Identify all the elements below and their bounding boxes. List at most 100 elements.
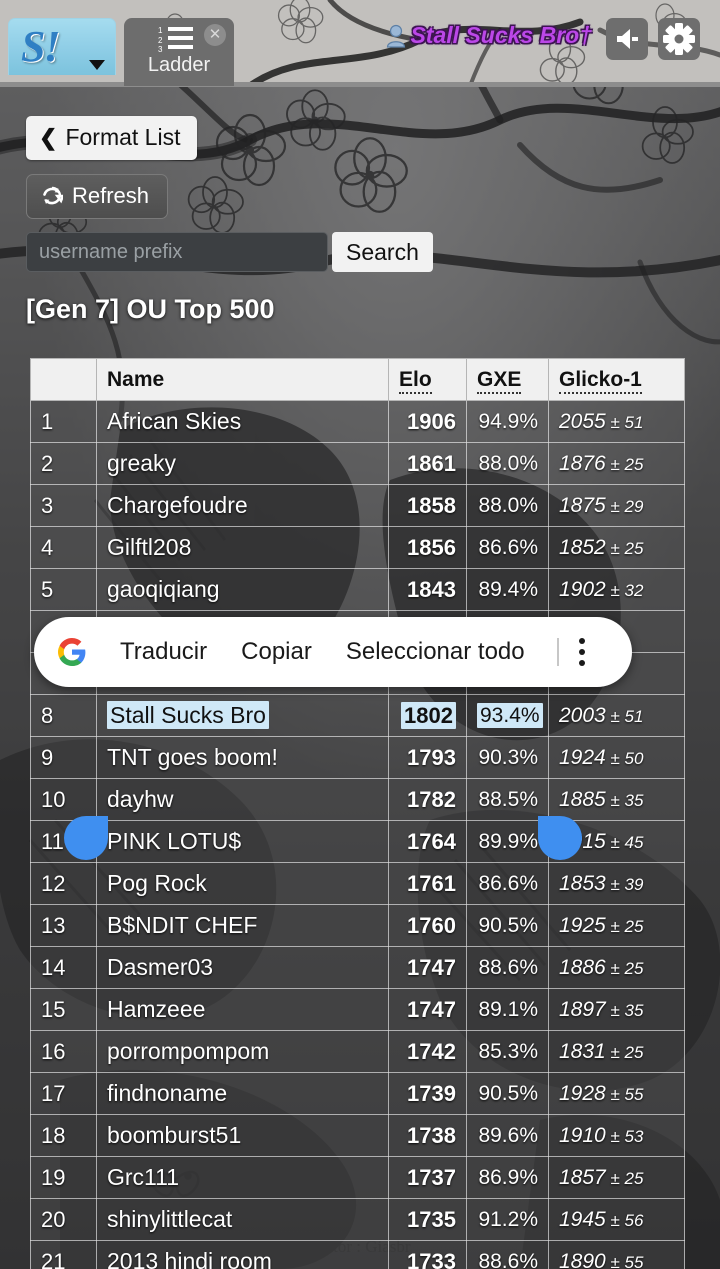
cell-name-value: dayhw — [107, 786, 174, 812]
cell-rank: 10 — [30, 778, 97, 821]
cell-glicko: 1890 ± 55 — [548, 1240, 685, 1269]
cell-elo-value: 1737 — [407, 1164, 456, 1190]
table-row[interactable]: 20 shinylittlecat 1735 91.2% 1945 ± 56 — [30, 1198, 685, 1241]
showdown-home-tab[interactable]: S! — [8, 18, 116, 75]
table-row[interactable]: 11 PINK LOTU$ 1764 89.9% 1915 ± 45 — [30, 820, 685, 863]
cell-glicko: 1910 ± 53 — [548, 1114, 685, 1157]
cell-gxe: 86.6% — [466, 862, 549, 905]
cell-elo: 1764 — [388, 820, 467, 863]
cell-elo: 1742 — [388, 1030, 467, 1073]
cell-elo-value: 1906 — [407, 408, 456, 434]
table-row[interactable]: 13 B$NDIT CHEF 1760 90.5% 1925 ± 25 — [30, 904, 685, 947]
cell-elo-value: 1856 — [407, 534, 456, 560]
table-row[interactable]: 9 TNT goes boom! 1793 90.3% 1924 ± 50 — [30, 736, 685, 779]
search-input[interactable] — [26, 232, 328, 272]
cell-rank-value: 20 — [41, 1206, 66, 1232]
selection-handle-start[interactable] — [64, 816, 108, 860]
cell-name: greaky — [96, 442, 389, 485]
cell-elo-value: 1782 — [407, 786, 456, 812]
cell-gxe: 88.0% — [466, 442, 549, 485]
tab-ladder[interactable]: 1 2 3 ✕ Ladder — [124, 18, 234, 86]
showdown-ladder-screen: Illustrator : Giasbr S! 1 2 3 ✕ Ladder S… — [0, 0, 720, 1269]
column-header-name: Name — [96, 358, 389, 401]
column-header-gxe[interactable]: GXE — [466, 358, 549, 401]
cell-name-value: Pog Rock — [107, 870, 207, 896]
cell-elo: 1782 — [388, 778, 467, 821]
cell-gxe: 85.3% — [466, 1030, 549, 1073]
cell-gxe-value: 90.5% — [478, 1081, 538, 1105]
cell-glicko-deviation: ± 25 — [605, 958, 644, 978]
cell-name-value: greaky — [107, 450, 177, 476]
cell-elo-value: 1843 — [407, 576, 456, 602]
table-row[interactable]: 19 Grc111 1737 86.9% 1857 ± 25 — [30, 1156, 685, 1199]
column-header-elo-label: Elo — [399, 367, 432, 394]
table-row[interactable]: 17 findnoname 1739 90.5% 1928 ± 55 — [30, 1072, 685, 1115]
table-row[interactable]: 5 gaoqiqiang 1843 89.4% 1902 ± 32 — [30, 568, 685, 611]
cell-elo-value: 1858 — [407, 492, 456, 518]
cell-name: TNT goes boom! — [96, 736, 389, 779]
cell-gxe-value: 86.6% — [478, 871, 538, 895]
cell-glicko: 1897 ± 35 — [548, 988, 685, 1031]
table-row[interactable]: 10 dayhw 1782 88.5% 1885 ± 35 — [30, 778, 685, 821]
cell-name: Grc111 — [96, 1156, 389, 1199]
cell-glicko-value: 2055 — [559, 409, 606, 433]
cell-name-value: gaoqiqiang — [107, 576, 220, 602]
cell-glicko-deviation: ± 51 — [605, 412, 644, 432]
table-row[interactable]: 1 African Skies 1906 94.9% 2055 ± 51 — [30, 400, 685, 443]
sound-button[interactable] — [606, 18, 648, 60]
caret-down-icon[interactable] — [89, 60, 105, 70]
overflow-menu-icon[interactable] — [578, 638, 585, 666]
context-menu-item-translate[interactable]: Traducir — [120, 638, 207, 666]
cell-elo: 1735 — [388, 1198, 467, 1241]
column-header-gxe-label: GXE — [477, 367, 522, 394]
page-title: [Gen 7] OU Top 500 — [26, 294, 275, 324]
cell-elo: 1802 — [388, 694, 467, 737]
cell-gxe: 93.4% — [466, 694, 549, 737]
cell-rank: 1 — [30, 400, 97, 443]
cell-gxe-value: 88.6% — [478, 1249, 538, 1269]
format-list-button[interactable]: ❮ Format List — [26, 116, 198, 160]
cell-rank: 12 — [30, 862, 97, 905]
cell-glicko-deviation: ± 53 — [605, 1126, 644, 1146]
table-row[interactable]: 4 Gilftl208 1856 86.6% 1852 ± 25 — [30, 526, 685, 569]
cell-glicko-value: 1910 — [559, 1123, 606, 1147]
cell-gxe-value: 88.0% — [478, 451, 538, 475]
context-menu-item-copy[interactable]: Copiar — [241, 638, 312, 666]
chevron-left-icon: ❮ — [39, 124, 58, 150]
table-row[interactable]: 12 Pog Rock 1761 86.6% 1853 ± 39 — [30, 862, 685, 905]
cell-glicko: 1886 ± 25 — [548, 946, 685, 989]
table-row[interactable]: 8 Stall Sucks Bro 1802 93.4% 2003 ± 51 — [30, 694, 685, 737]
close-icon[interactable]: ✕ — [204, 24, 226, 46]
search-button[interactable]: Search — [332, 232, 433, 272]
cell-rank: 5 — [30, 568, 97, 611]
table-row[interactable]: 21 2013 hindi room 1733 88.6% 1890 ± 55 — [30, 1240, 685, 1269]
table-row[interactable]: 3 Chargefoudre 1858 88.0% 1875 ± 29 — [30, 484, 685, 527]
column-header-elo[interactable]: Elo — [388, 358, 467, 401]
cell-elo-value: 1735 — [407, 1206, 456, 1232]
cell-gxe-value: 88.0% — [478, 493, 538, 517]
google-g-icon[interactable] — [58, 638, 86, 666]
column-header-glicko[interactable]: Glicko-1 — [548, 358, 685, 401]
cell-gxe: 91.2% — [466, 1198, 549, 1241]
context-menu-item-select-all[interactable]: Seleccionar todo — [346, 638, 525, 666]
cell-name: shinylittlecat — [96, 1198, 389, 1241]
table-row[interactable]: 16 porrompompom 1742 85.3% 1831 ± 25 — [30, 1030, 685, 1073]
refresh-button[interactable]: Refresh — [26, 174, 169, 219]
selection-handle-end[interactable] — [538, 816, 582, 860]
cell-glicko: 1876 ± 25 — [548, 442, 685, 485]
cell-glicko: 1945 ± 56 — [548, 1198, 685, 1241]
cell-glicko-value: 1876 — [559, 451, 606, 475]
svg-text:2: 2 — [158, 36, 163, 45]
cell-gxe-value: 91.2% — [478, 1207, 538, 1231]
table-row[interactable]: 15 Hamzeee 1747 89.1% 1897 ± 35 — [30, 988, 685, 1031]
table-row[interactable]: 18 boomburst51 1738 89.6% 1910 ± 53 — [30, 1114, 685, 1157]
cell-glicko: 2003 ± 51 — [548, 694, 685, 737]
cell-gxe-value: 90.3% — [478, 745, 538, 769]
table-row[interactable]: 14 Dasmer03 1747 88.6% 1886 ± 25 — [30, 946, 685, 989]
table-row[interactable]: 2 greaky 1861 88.0% 1876 ± 25 — [30, 442, 685, 485]
cell-gxe-value: 94.9% — [478, 409, 538, 433]
cell-rank: 19 — [30, 1156, 97, 1199]
settings-button[interactable] — [658, 18, 700, 60]
svg-text:1: 1 — [158, 26, 163, 35]
user-menu[interactable]: Stall Sucks Bro† — [386, 22, 592, 49]
